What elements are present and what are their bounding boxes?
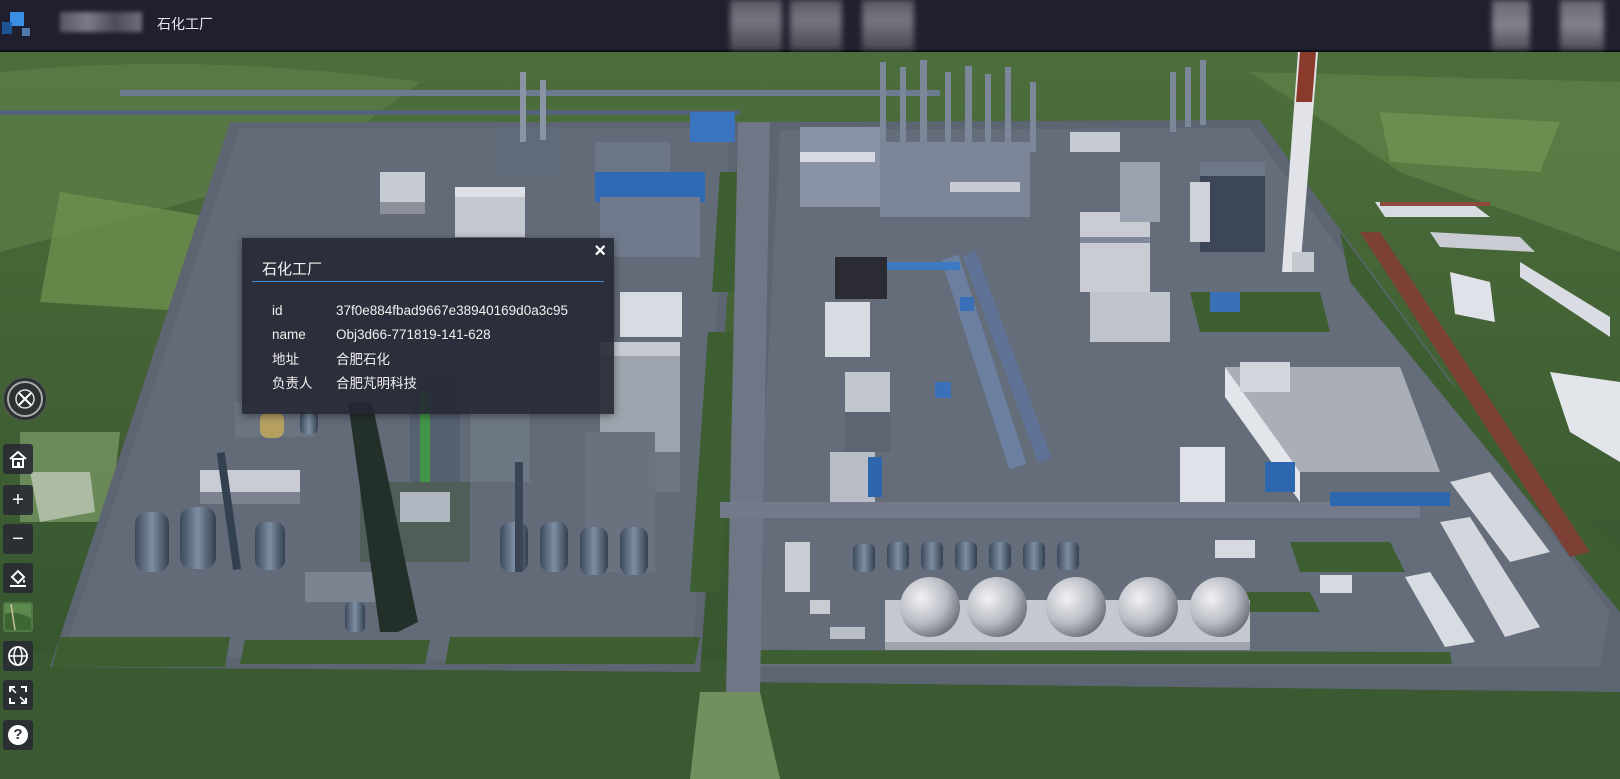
help-button[interactable]: ? [3, 720, 33, 750]
fill-style-button[interactable] [3, 563, 33, 593]
popup-title: 石化工厂 [262, 261, 323, 278]
attr-key: id [272, 302, 283, 318]
nav-item-1[interactable] [730, 0, 782, 50]
user-menu[interactable] [1492, 0, 1530, 50]
nav-item-2[interactable] [790, 0, 842, 50]
blurred-app-name [60, 12, 142, 32]
settings-menu[interactable] [1560, 0, 1604, 50]
popup-divider [252, 281, 604, 282]
attr-row-name: name Obj3d66-771819-141-628 [272, 322, 568, 346]
compass-icon[interactable] [3, 377, 47, 421]
basemap-icon [5, 604, 31, 630]
app-title: 石化工厂 [157, 16, 213, 32]
attr-key: 地址 [272, 352, 299, 367]
fill-style-icon [10, 569, 26, 587]
basemap-button[interactable] [3, 602, 33, 632]
close-icon[interactable]: × [594, 240, 606, 263]
app-logo [0, 6, 34, 40]
attr-value: 37f0e884fbad9667e38940169d0a3c95 [336, 302, 568, 318]
zoom-out-button[interactable]: − [3, 524, 33, 554]
fullscreen-button[interactable] [3, 680, 33, 710]
zoom-out-icon: − [12, 528, 24, 550]
popup-attribute-table: id 37f0e884fbad9667e38940169d0a3c95 name… [272, 298, 568, 394]
attr-row-id: id 37f0e884fbad9667e38940169d0a3c95 [272, 298, 568, 322]
top-bar: 石化工厂 [0, 0, 1620, 52]
attr-key: 负责人 [272, 376, 313, 391]
zoom-in-icon: + [12, 489, 24, 511]
nav-item-3[interactable] [862, 0, 914, 50]
feature-info-popup: × 石化工厂 id 37f0e884fbad9667e38940169d0a3c… [242, 238, 614, 414]
attr-value: 合肥石化 [336, 352, 390, 367]
globe-button[interactable] [3, 641, 33, 671]
attr-value: Obj3d66-771819-141-628 [336, 326, 491, 342]
map-3d-scene[interactable] [0, 52, 1620, 779]
home-button[interactable] [3, 444, 33, 474]
fullscreen-icon [9, 686, 27, 704]
attr-row-address: 地址 合肥石化 [272, 346, 568, 370]
help-icon: ? [8, 725, 28, 745]
attr-key: name [272, 326, 306, 342]
attr-row-owner: 负责人 合肥芃明科技 [272, 370, 568, 394]
home-icon [9, 450, 27, 468]
zoom-in-button[interactable]: + [3, 485, 33, 515]
attr-value: 合肥芃明科技 [336, 376, 417, 391]
globe-icon [8, 646, 28, 666]
